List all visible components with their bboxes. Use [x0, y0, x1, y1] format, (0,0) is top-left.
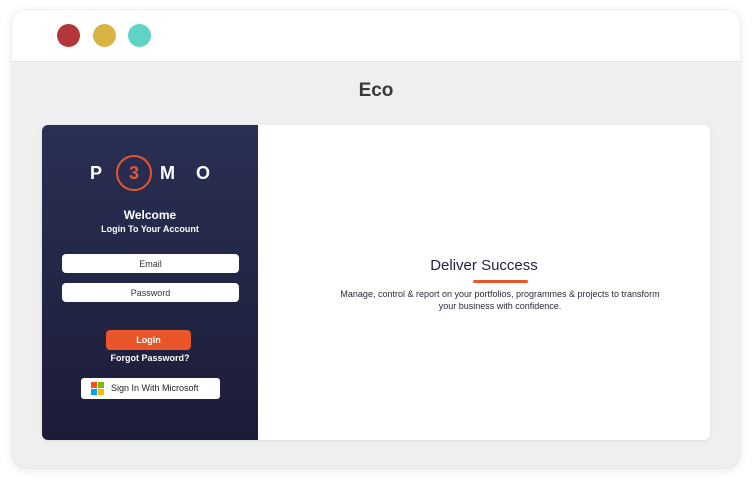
maximize-window-button[interactable] [128, 24, 151, 47]
promo-panel: Deliver Success Manage, control & report… [258, 125, 710, 440]
password-field[interactable] [62, 283, 239, 302]
logo-letter-o: O [196, 163, 211, 183]
title-underline [473, 280, 528, 283]
logo-letter-p: P [90, 163, 103, 183]
promo-title: Deliver Success [430, 257, 538, 274]
minimize-window-button[interactable] [93, 24, 116, 47]
promo-description: Manage, control & report on your portfol… [340, 289, 660, 311]
login-panel: P 3 M O Welcome Login To Your Account Lo… [42, 125, 258, 440]
login-card: P 3 M O Welcome Login To Your Account Lo… [42, 125, 710, 440]
microsoft-logo-icon [91, 382, 105, 396]
page-title: Eco [358, 80, 394, 101]
microsoft-signin-button[interactable]: Sign In With Microsoft [81, 378, 220, 399]
p3mo-logo: P 3 M O [42, 155, 258, 191]
microsoft-signin-label: Sign In With Microsoft [111, 383, 199, 393]
close-window-button[interactable] [57, 24, 80, 47]
login-button[interactable]: Login [106, 330, 191, 350]
forgot-password-link[interactable]: Forgot Password? [42, 353, 258, 363]
login-subtitle: Login To Your Account [101, 224, 199, 234]
email-field[interactable] [62, 254, 239, 273]
welcome-heading: Welcome [123, 208, 177, 222]
app-window: Eco P 3 M O Welcome Login To Your Accoun… [12, 10, 740, 468]
title-bar [12, 10, 740, 62]
logo-letter-3: 3 [128, 163, 139, 183]
logo-letter-m: M [160, 163, 175, 183]
